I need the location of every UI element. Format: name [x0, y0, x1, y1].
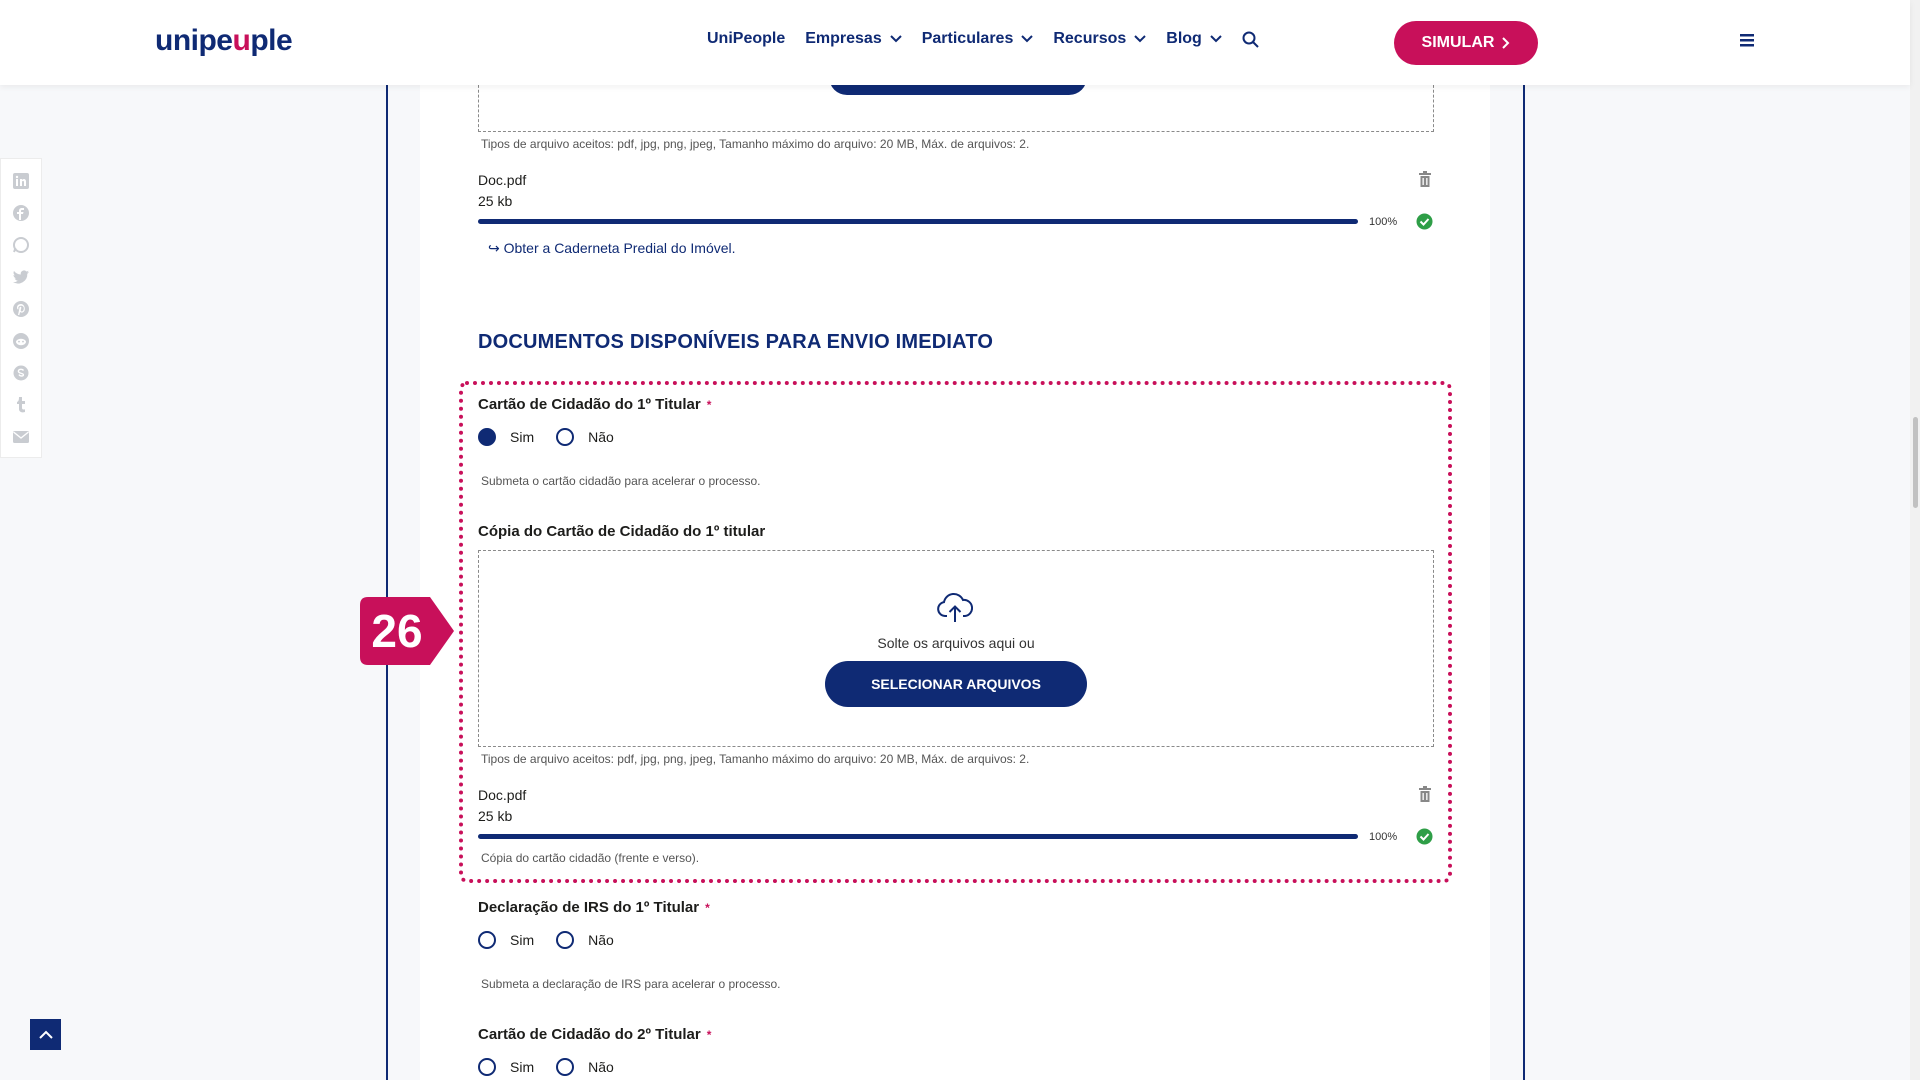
column-border-left	[386, 85, 388, 1080]
radio-label-sim[interactable]: Sim	[510, 1059, 534, 1075]
section-title: DOCUMENTOS DISPONÍVEIS PARA ENVIO IMEDIA…	[478, 331, 994, 353]
chevron-right-icon	[1502, 37, 1510, 49]
main-nav: UniPeople Empresas Particulares Recursos…	[707, 30, 1259, 48]
upload-progress-bar	[478, 219, 1358, 224]
skype-icon[interactable]	[10, 362, 32, 384]
field-label-irs-1-titular: Declaração de IRS do 1º Titular *	[478, 899, 710, 916]
radio-label-sim[interactable]: Sim	[510, 932, 534, 948]
chevron-down-icon	[1210, 35, 1222, 43]
radio-label-nao[interactable]: Não	[588, 1059, 614, 1075]
radio-nao[interactable]	[556, 931, 575, 949]
pinterest-icon[interactable]	[10, 298, 32, 320]
nav-item-empresas[interactable]: Empresas	[805, 30, 902, 48]
nav-item-unipeople[interactable]: UniPeople	[707, 30, 785, 48]
email-icon[interactable]	[10, 426, 32, 448]
site-header: unipeuple UniPeople Empresas Particulare…	[0, 0, 1910, 85]
column-border-right	[1523, 85, 1525, 1080]
highlight-box	[459, 381, 1452, 883]
menu-button[interactable]	[1740, 33, 1754, 52]
nav-item-recursos[interactable]: Recursos	[1053, 30, 1146, 48]
scrollbar-thumb[interactable]	[1913, 417, 1918, 508]
radio-nao[interactable]	[556, 1058, 575, 1076]
field-label-cc-2-titular: Cartão de Cidadão do 2º Titular *	[478, 1026, 712, 1043]
chevron-down-icon	[890, 35, 902, 43]
radio-group-cc-2-titular: Sim Não	[478, 1058, 636, 1076]
nav-item-particulares[interactable]: Particulares	[922, 30, 1034, 48]
radio-label-nao[interactable]: Não	[588, 932, 614, 948]
facebook-icon[interactable]	[10, 202, 32, 224]
chevron-up-icon	[38, 1030, 53, 1039]
reddit-icon[interactable]	[10, 330, 32, 352]
back-to-top-button[interactable]	[30, 1019, 61, 1050]
simular-button[interactable]: SIMULAR	[1394, 21, 1538, 65]
file-size: 25 kb	[478, 193, 513, 209]
twitter-icon[interactable]	[10, 266, 32, 288]
tumblr-icon[interactable]	[10, 394, 32, 416]
unipeople-logo[interactable]: unipeuple	[155, 24, 293, 58]
linkedin-icon[interactable]	[10, 170, 32, 192]
caderneta-link[interactable]: ↪ Obter a Caderneta Predial do Imóvel.	[488, 240, 736, 257]
file-name: Doc.pdf	[478, 172, 527, 188]
check-circle-icon	[1416, 213, 1433, 230]
upload-hint: Tipos de arquivo aceitos: pdf, jpg, png,…	[481, 137, 1030, 151]
chevron-down-icon	[1021, 35, 1034, 43]
share-bar	[0, 158, 42, 458]
trash-icon[interactable]	[1418, 171, 1432, 187]
radio-sim[interactable]	[478, 1058, 496, 1076]
field-hint: Submeta a declaração de IRS para acelera…	[481, 977, 781, 991]
radio-group-irs-1-titular: Sim Não	[478, 931, 636, 949]
whatsapp-icon[interactable]	[10, 234, 32, 256]
nav-item-blog[interactable]: Blog	[1166, 30, 1222, 48]
search-button[interactable]	[1242, 31, 1259, 48]
scrollbar-track[interactable]	[1910, 0, 1920, 1080]
chevron-down-icon	[1134, 35, 1146, 43]
radio-sim[interactable]	[478, 931, 496, 949]
upload-percent: 100%	[1369, 216, 1398, 228]
hamburger-icon	[1740, 34, 1754, 47]
step-marker: 26	[371, 605, 423, 657]
search-icon	[1242, 31, 1259, 48]
